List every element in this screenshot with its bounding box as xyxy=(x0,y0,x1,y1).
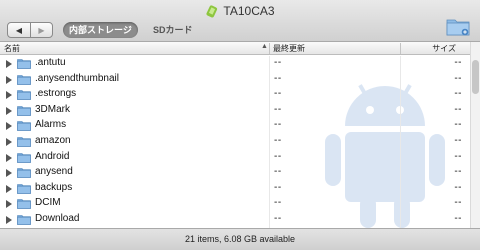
file-date: -- xyxy=(274,135,282,146)
disclosure-triangle-icon[interactable] xyxy=(6,138,12,146)
file-size: -- xyxy=(454,103,462,115)
disclosure-triangle-icon[interactable] xyxy=(6,106,12,115)
file-name: Download xyxy=(35,213,80,224)
file-size: -- xyxy=(454,72,462,84)
back-button[interactable]: ◀ xyxy=(8,23,30,37)
file-date: -- xyxy=(274,181,282,193)
file-name: Alarms xyxy=(35,119,67,131)
window-title-bar: TA10CA3 xyxy=(0,3,480,19)
vertical-scrollbar[interactable] xyxy=(470,42,480,228)
file-size: -- xyxy=(454,150,462,162)
file-date: -- xyxy=(274,88,282,100)
file-row[interactable]: Download -- -- xyxy=(0,212,470,228)
file-row[interactable]: amazon -- -- xyxy=(0,134,470,150)
file-size: -- xyxy=(454,119,462,131)
file-size: -- xyxy=(454,166,462,178)
new-folder-icon[interactable] xyxy=(446,16,470,36)
file-row[interactable]: backups -- -- xyxy=(0,181,470,197)
folder-icon xyxy=(17,90,31,100)
file-date: -- xyxy=(274,72,282,84)
file-name: anysend xyxy=(35,166,73,178)
file-date: -- xyxy=(274,197,282,209)
folder-icon xyxy=(17,199,31,210)
folder-icon xyxy=(17,152,31,163)
file-name: .antutu xyxy=(35,57,66,68)
file-name: 3DMark xyxy=(35,103,71,115)
disclosure-triangle-icon[interactable] xyxy=(6,91,12,100)
file-row[interactable]: anysend -- -- xyxy=(0,165,470,181)
file-size: -- xyxy=(454,88,462,100)
file-row[interactable]: .estrongs -- -- xyxy=(0,87,470,103)
file-name: .anysendthumbnail xyxy=(35,72,119,84)
column-divider xyxy=(269,43,270,54)
folder-icon xyxy=(17,137,31,147)
file-date: -- xyxy=(274,57,282,68)
file-row[interactable]: 3DMark -- -- xyxy=(0,103,470,119)
file-date: -- xyxy=(274,166,282,178)
file-size: -- xyxy=(454,135,462,146)
column-size-header[interactable]: サイズ xyxy=(432,43,456,54)
file-transfer-window: TA10CA3 ◀ ▶ 内部ストレージ SDカード 名前 ▲ 最終更新 サイズ xyxy=(0,0,480,250)
file-size: -- xyxy=(454,181,462,193)
file-date: -- xyxy=(274,150,282,162)
column-divider xyxy=(400,43,401,54)
file-date: -- xyxy=(274,103,282,115)
disclosure-triangle-icon[interactable] xyxy=(6,60,12,68)
folder-icon xyxy=(17,215,31,225)
folder-icon xyxy=(17,168,31,178)
disclosure-triangle-icon[interactable] xyxy=(6,122,12,131)
back-arrow-icon: ◀ xyxy=(15,25,23,35)
sort-arrow-icon: ▲ xyxy=(261,43,268,50)
folder-icon xyxy=(17,121,31,132)
column-name-header[interactable]: 名前 xyxy=(4,43,20,54)
disclosure-triangle-icon[interactable] xyxy=(6,184,12,193)
file-row[interactable]: DCIM -- -- xyxy=(0,196,470,212)
file-name: backups xyxy=(35,181,73,193)
file-row[interactable]: .antutu -- -- xyxy=(0,56,470,72)
file-list: .antutu -- -- .anysendthumbnail -- -- .estrong… xyxy=(0,56,470,228)
android-device-icon xyxy=(206,5,218,18)
disclosure-triangle-icon[interactable] xyxy=(6,153,12,162)
file-row[interactable]: .anysendthumbnail -- -- xyxy=(0,72,470,88)
column-date-header[interactable]: 最終更新 xyxy=(273,43,305,54)
nav-buttons: ◀ ▶ xyxy=(7,22,53,38)
toolbar: TA10CA3 ◀ ▶ 内部ストレージ SDカード xyxy=(0,0,480,42)
file-row[interactable]: Android -- -- xyxy=(0,150,470,166)
folder-icon xyxy=(17,74,31,85)
window-title: TA10CA3 xyxy=(223,4,275,18)
folder-icon xyxy=(17,105,31,116)
disclosure-triangle-icon[interactable] xyxy=(6,169,12,178)
scrollbar-thumb[interactable] xyxy=(472,60,479,94)
file-size: -- xyxy=(454,213,462,224)
forward-arrow-icon: ▶ xyxy=(38,25,45,35)
file-name: amazon xyxy=(35,135,71,146)
disclosure-triangle-icon[interactable] xyxy=(6,200,12,209)
column-header: 名前 ▲ 最終更新 サイズ xyxy=(0,42,470,55)
file-date: -- xyxy=(274,119,282,131)
disclosure-triangle-icon[interactable] xyxy=(6,75,12,84)
file-size: -- xyxy=(454,197,462,209)
folder-icon xyxy=(17,59,31,69)
forward-button[interactable]: ▶ xyxy=(30,23,52,37)
disclosure-triangle-icon[interactable] xyxy=(6,216,12,224)
file-name: .estrongs xyxy=(35,88,77,100)
file-date: -- xyxy=(274,213,282,224)
file-row[interactable]: Alarms -- -- xyxy=(0,118,470,134)
status-bar: 21 items, 6.08 GB available xyxy=(0,228,480,250)
tab-sd-card[interactable]: SDカード xyxy=(147,22,199,38)
folder-icon xyxy=(17,183,31,194)
file-name: DCIM xyxy=(35,197,61,209)
file-size: -- xyxy=(454,57,462,68)
file-name: Android xyxy=(35,150,70,162)
tab-internal-storage[interactable]: 内部ストレージ xyxy=(63,22,138,38)
